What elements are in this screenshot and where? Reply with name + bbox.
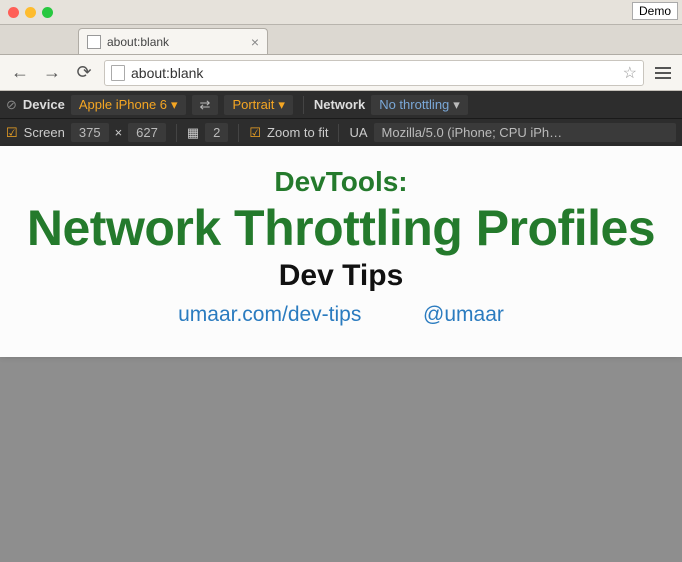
overlay-subtitle: Dev Tips (10, 259, 672, 293)
separator (303, 96, 304, 114)
title-card-overlay: DevTools: Network Throttling Profiles De… (0, 146, 682, 357)
screen-width-input[interactable]: 375 (71, 123, 109, 142)
block-icon[interactable]: ⊘ (6, 97, 17, 113)
chevron-down-icon: ▾ (278, 97, 285, 113)
dpr-input[interactable]: 2 (205, 123, 228, 142)
zoom-window-button[interactable] (42, 7, 53, 18)
device-value: Apple iPhone 6 (79, 97, 167, 112)
overlay-link-site[interactable]: umaar.com/dev-tips (178, 303, 361, 326)
back-button[interactable]: ← (8, 61, 32, 85)
reload-button[interactable]: ⟳ (72, 61, 96, 85)
device-selector[interactable]: Apple iPhone 6 ▾ (71, 95, 186, 115)
url-text: about:blank (131, 65, 203, 81)
tab-close-icon[interactable]: × (251, 34, 259, 50)
screen-checkbox[interactable]: ☑ (6, 125, 18, 141)
network-label: Network (314, 97, 365, 112)
devtools-device-row: ⊘ Device Apple iPhone 6 ▾ ⇄ Portrait ▾ N… (0, 91, 682, 119)
page-icon (111, 65, 125, 81)
forward-button[interactable]: → (40, 61, 64, 85)
ua-label: UA (349, 125, 367, 140)
tab-strip: about:blank × (0, 25, 682, 55)
orientation-selector[interactable]: Portrait ▾ (224, 95, 292, 115)
device-label: Device (23, 97, 65, 112)
backdrop (0, 352, 682, 562)
minimize-window-button[interactable] (25, 7, 36, 18)
navigation-bar: ← → ⟳ about:blank ☆ (0, 55, 682, 91)
network-value: No throttling (379, 97, 449, 112)
hamburger-menu-icon[interactable] (652, 62, 674, 84)
overlay-pretitle: DevTools: (10, 166, 672, 198)
chevron-down-icon: ▾ (171, 97, 178, 113)
dpr-icon: ▦ (187, 125, 199, 141)
orientation-value: Portrait (232, 97, 274, 112)
zoom-label: Zoom to fit (267, 125, 328, 140)
tab-title: about:blank (107, 35, 169, 49)
overlay-title: Network Throttling Profiles (10, 202, 672, 255)
chevron-down-icon: ▾ (453, 97, 460, 113)
separator (238, 124, 239, 142)
separator (176, 124, 177, 142)
address-bar[interactable]: about:blank ☆ (104, 60, 644, 86)
browser-tab[interactable]: about:blank × (78, 28, 268, 54)
bookmark-star-icon[interactable]: ☆ (623, 63, 637, 83)
devtools-screen-row: ☑ Screen 375 × 627 ▦ 2 ☑ Zoom to fit UA … (0, 119, 682, 147)
window-titlebar: Demo (0, 0, 682, 25)
close-window-button[interactable] (8, 7, 19, 18)
overlay-link-twitter[interactable]: @umaar (423, 303, 504, 326)
window-controls (8, 7, 53, 18)
screen-height-input[interactable]: 627 (128, 123, 166, 142)
ua-input[interactable]: Mozilla/5.0 (iPhone; CPU iPh… (374, 123, 676, 142)
overlay-links: umaar.com/dev-tips @umaar (10, 303, 672, 327)
dimension-x: × (115, 125, 123, 140)
swap-dimensions-button[interactable]: ⇄ (192, 95, 219, 115)
demo-badge: Demo (632, 2, 678, 20)
network-throttling-selector[interactable]: No throttling ▾ (371, 95, 468, 115)
screen-label: Screen (24, 125, 65, 140)
separator (338, 124, 339, 142)
favicon-icon (87, 35, 101, 49)
zoom-checkbox[interactable]: ☑ (249, 125, 261, 141)
